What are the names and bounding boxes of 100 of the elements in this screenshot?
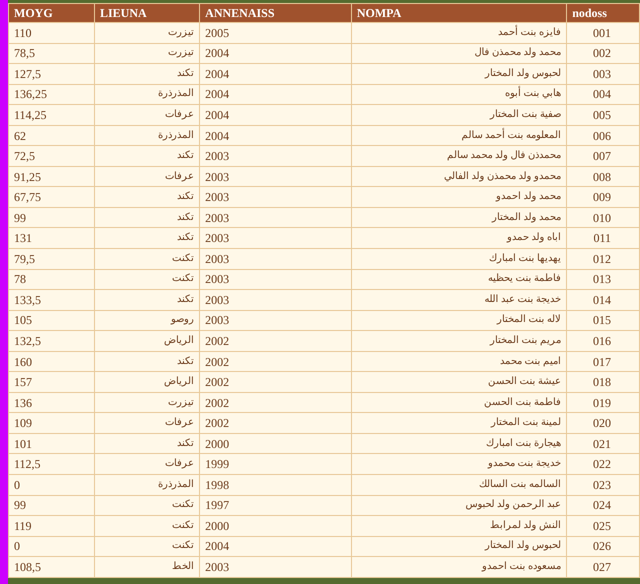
table-cell: 109 (8, 412, 94, 434)
table-cell: 017 (566, 351, 640, 372)
table-cell: اباه ولد حمدو (351, 228, 567, 249)
table-cell: عرفات (94, 412, 200, 434)
table-cell: عرفات (94, 454, 200, 475)
column-header: NOMPA (351, 4, 567, 22)
table-cell: 007 (566, 146, 640, 166)
table-cell: هيجارة بنت امبارك (351, 433, 567, 454)
table-cell: محمدو ولد محمذن ولد الفالي (351, 166, 567, 187)
table-cell: 160 (8, 351, 94, 372)
table-cell: 2005 (200, 22, 352, 44)
table-cell: 2004 (200, 64, 352, 84)
table-cell: 2003 (200, 166, 352, 187)
table-cell: صفية بنت المختار (351, 104, 567, 126)
column-header: nodoss (566, 4, 640, 22)
table-cell: 2004 (200, 536, 352, 557)
table-cell: 2002 (200, 330, 352, 352)
table-cell: تكنت (94, 516, 200, 536)
table-cell: النش ولد لمرابط (351, 516, 567, 536)
table-cell: 2003 (200, 290, 352, 310)
table-cell: تكند (94, 64, 200, 84)
table-cell: 110 (8, 22, 94, 44)
table-cell: الخط (94, 556, 200, 578)
table-cell: 2003 (200, 146, 352, 166)
table-cell: 99 (8, 207, 94, 228)
table-cell: 004 (566, 84, 640, 105)
table-cell: عرفات (94, 166, 200, 187)
table-cell: 024 (566, 495, 640, 516)
table-cell: تكند (94, 207, 200, 228)
table-cell: تكند (94, 351, 200, 372)
table-cell: 014 (566, 290, 640, 310)
table-cell: فايزه بنت أحمد (351, 22, 567, 44)
column-header: ANNENAISS (200, 4, 352, 22)
table-cell: 127,5 (8, 64, 94, 84)
table-cell: 1997 (200, 495, 352, 516)
table-cell: المذرذرة (94, 84, 200, 105)
table-cell: 010 (566, 207, 640, 228)
table-cell: 101 (8, 433, 94, 454)
table-cell: 72,5 (8, 146, 94, 166)
table-cell: 021 (566, 433, 640, 454)
table-cell: 016 (566, 330, 640, 352)
table-cell: هابي بنت أبوه (351, 84, 567, 105)
table-cell: فاطمة بنت يحظيه (351, 269, 567, 290)
table-cell: 1999 (200, 454, 352, 475)
table-cell: 2002 (200, 412, 352, 434)
table-cell: 0 (8, 536, 94, 557)
table-cell: 1998 (200, 474, 352, 496)
table-cell: 027 (566, 556, 640, 578)
table-cell: 2003 (200, 556, 352, 578)
table-cell: 013 (566, 269, 640, 290)
table-cell: 2004 (200, 125, 352, 146)
table-cell: 99 (8, 495, 94, 516)
table-cell: تيزرت (94, 392, 200, 413)
table-cell: 2000 (200, 516, 352, 536)
table-cell: 0 (8, 474, 94, 496)
table-cell: خديجة بنت محمدو (351, 454, 567, 475)
table-cell: 78 (8, 269, 94, 290)
table-cell: 2003 (200, 269, 352, 290)
table-cell: 2000 (200, 433, 352, 454)
table-cell: 133,5 (8, 290, 94, 310)
table-cell: 022 (566, 454, 640, 475)
table-cell: تكنت (94, 248, 200, 270)
table-cell: 91,25 (8, 166, 94, 187)
table-cell: 157 (8, 372, 94, 392)
table-cell: 2004 (200, 84, 352, 105)
table-cell: تكنت (94, 495, 200, 516)
table-cell: خديجة بنت عبد الله (351, 290, 567, 310)
table-cell: لحبوس ولد المختار (351, 64, 567, 84)
table-cell: تيزرت (94, 22, 200, 44)
table-cell: 2004 (200, 43, 352, 64)
table-cell: 62 (8, 125, 94, 146)
table-cell: المذرذرة (94, 474, 200, 496)
table-cell: 006 (566, 125, 640, 146)
table-cell: 2003 (200, 310, 352, 331)
table-cell: 2003 (200, 228, 352, 249)
table-cell: 009 (566, 186, 640, 208)
table-cell: تيزرت (94, 43, 200, 64)
table-cell: 131 (8, 228, 94, 249)
table-cell: 018 (566, 372, 640, 392)
table-cell: لاله بنت المختار (351, 310, 567, 331)
table-cell: 2003 (200, 207, 352, 228)
table-cell: محمد ولد محمذن فال (351, 43, 567, 64)
table-cell: 2002 (200, 392, 352, 413)
table-cell: تكند (94, 433, 200, 454)
table-cell: 2003 (200, 248, 352, 270)
table-cell: مريم بنت المختار (351, 330, 567, 352)
table-cell: المعلومه بنت أحمد سالم (351, 125, 567, 146)
table-cell: تكنت (94, 269, 200, 290)
table-cell: 005 (566, 104, 640, 126)
table-cell: تكنت (94, 536, 200, 557)
table-cell: تكند (94, 186, 200, 208)
table-cell: 108,5 (8, 556, 94, 578)
table-cell: فاطمة بنت الحسن (351, 392, 567, 413)
table-cell: 112,5 (8, 454, 94, 475)
table-cell: 012 (566, 248, 640, 270)
table-cell: 025 (566, 516, 640, 536)
table-cell: 015 (566, 310, 640, 331)
table-cell: روصو (94, 310, 200, 331)
table-cell: 67,75 (8, 186, 94, 208)
table-cell: 023 (566, 474, 640, 496)
